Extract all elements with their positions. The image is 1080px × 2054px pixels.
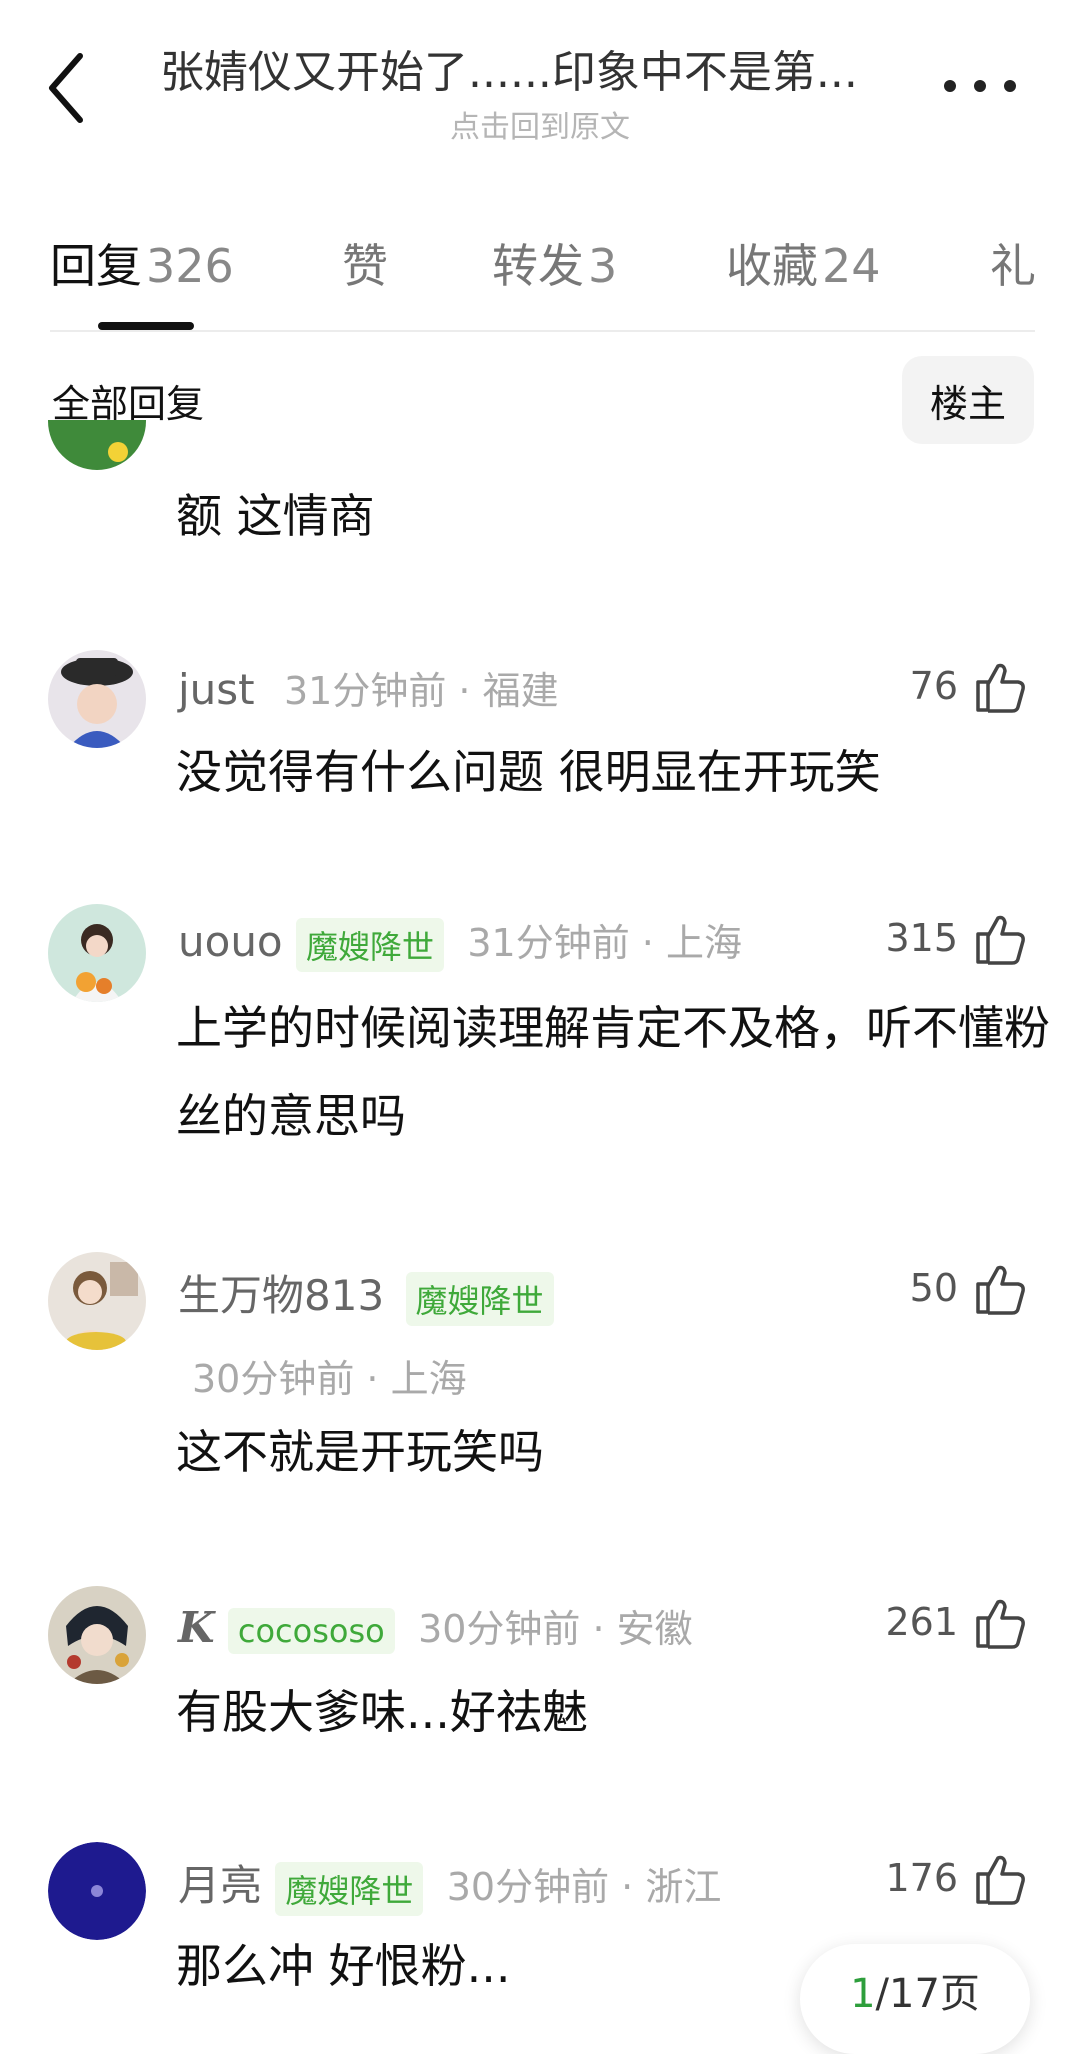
tab-gifts[interactable]: 礼 <box>990 230 1035 296</box>
like-button[interactable] <box>972 1260 1028 1316</box>
like-count: 176 <box>885 1856 958 1900</box>
comment-text: 有股大爹味...好祛魅 <box>176 1685 588 1739</box>
post-title[interactable]: 张婧仪又开始了......印象中不是第... <box>160 36 920 100</box>
thumbs-up-icon <box>976 663 1025 713</box>
like-count: 315 <box>885 916 958 960</box>
avatar[interactable] <box>48 1586 146 1684</box>
page-indicator[interactable]: 1/17页 <box>800 1944 1030 2054</box>
thumbs-up-icon <box>976 1855 1025 1905</box>
avatar[interactable] <box>48 1842 146 1940</box>
username[interactable]: K <box>178 1603 215 1652</box>
back-button[interactable] <box>44 48 92 128</box>
more-button[interactable] <box>944 60 1024 110</box>
back-to-post-link[interactable]: 点击回到原文 <box>160 102 920 146</box>
comment-time: 30分钟前 · 安徽 <box>418 1607 693 1651</box>
comment-time: 30分钟前 · 上海 <box>192 1357 467 1401</box>
comment-meta: just 31分钟前 · 福建 <box>178 660 559 715</box>
tab-label: 转发 <box>492 239 584 293</box>
comment-meta: K cocososo 30分钟前 · 安徽 <box>178 1598 693 1654</box>
username[interactable]: uouo <box>178 917 283 966</box>
comment-text: 上学的时候阅读理解肯定不及格，听不懂粉丝的意思吗 <box>176 1001 1050 1143</box>
current-page: 1 <box>850 1971 876 2017</box>
tab-count: 326 <box>146 239 234 293</box>
tab-count: 24 <box>822 239 881 293</box>
total-pages: /17页 <box>875 1971 980 2017</box>
tab-label: 回复 <box>50 239 142 293</box>
fan-badge: 魔嫂降世 <box>296 917 445 972</box>
tab-replies[interactable]: 回复326 <box>50 230 234 296</box>
tab-label: 赞 <box>342 239 388 293</box>
username[interactable]: 生万物813 <box>178 1271 384 1320</box>
like-count: 261 <box>885 1600 958 1644</box>
avatar[interactable] <box>48 1252 146 1350</box>
like-count: 50 <box>909 1266 958 1310</box>
comment-text: 额 这情商 <box>176 489 375 543</box>
fan-badge: cocososo <box>227 1607 395 1654</box>
like-button[interactable] <box>972 1850 1028 1906</box>
fan-badge: 魔嫂降世 <box>275 1861 424 1916</box>
avatar[interactable] <box>48 904 146 1002</box>
comment-text: 这不就是开玩笑吗 <box>176 1425 544 1479</box>
tab-likes[interactable]: 赞 <box>342 230 388 296</box>
tab-favorites[interactable]: 收藏24 <box>726 230 881 296</box>
comment-text: 没觉得有什么问题 很明显在开玩笑 <box>176 745 881 799</box>
username[interactable]: 月亮 <box>178 1861 262 1910</box>
divider <box>50 330 1035 332</box>
comment-time: 30分钟前 · 浙江 <box>446 1865 722 1909</box>
username[interactable]: just <box>178 665 255 714</box>
comment-meta: uouo 魔嫂降世 31分钟前 · 上海 <box>178 912 742 972</box>
tab-reposts[interactable]: 转发3 <box>492 230 617 296</box>
tab-label: 收藏 <box>726 239 818 293</box>
chevron-left-icon <box>49 53 83 123</box>
thumbs-up-icon <box>976 915 1025 965</box>
thumbs-up-icon <box>976 1265 1025 1315</box>
avatar[interactable] <box>48 420 146 492</box>
avatar[interactable] <box>48 650 146 748</box>
comment-meta: 月亮 魔嫂降世 30分钟前 · 浙江 <box>178 1852 721 1916</box>
comment-time: 31分钟前 · 上海 <box>467 921 742 965</box>
comment-meta: 生万物813 魔嫂降世 <box>178 1262 554 1326</box>
tab-count: 3 <box>588 239 618 293</box>
comment-time: 31分钟前 · 福建 <box>284 669 559 713</box>
like-count: 76 <box>909 664 958 708</box>
like-button[interactable] <box>972 658 1028 714</box>
owner-only-button[interactable]: 楼主 <box>902 356 1034 444</box>
tab-label: 礼 <box>990 239 1035 293</box>
thumbs-up-icon <box>976 1599 1025 1649</box>
like-button[interactable] <box>972 1594 1028 1650</box>
tab-indicator <box>98 322 194 330</box>
like-button[interactable] <box>972 910 1028 966</box>
fan-badge: 魔嫂降世 <box>405 1271 554 1326</box>
